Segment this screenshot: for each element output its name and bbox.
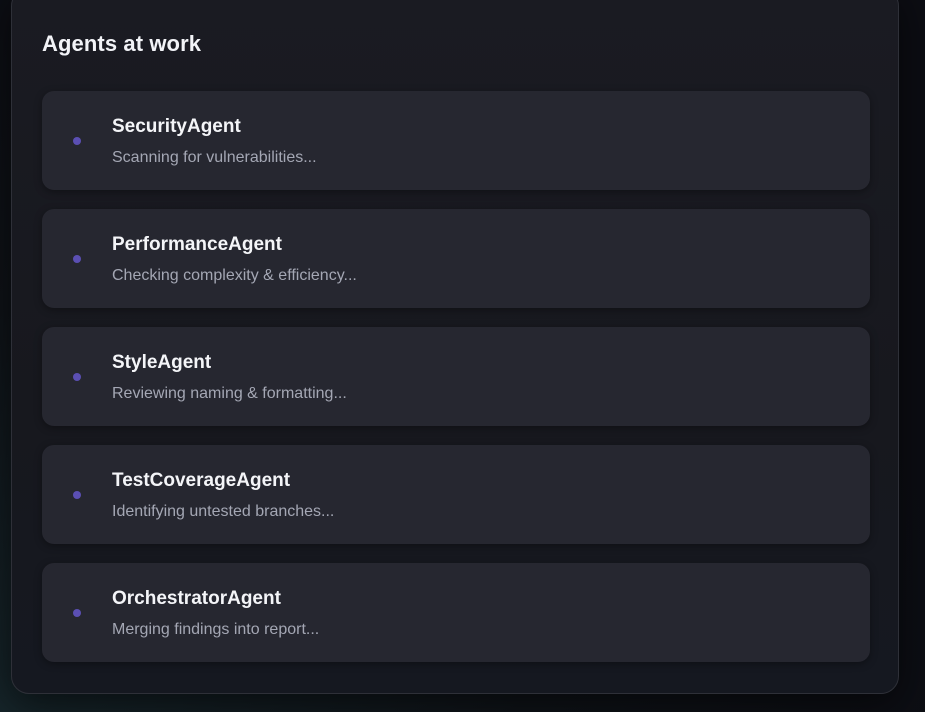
status-dot-icon [73, 373, 81, 381]
agent-name: SecurityAgent [112, 116, 241, 137]
agent-card-orchestrator[interactable]: OrchestratorAgent Merging findings into … [42, 563, 870, 662]
panel-title: Agents at work [42, 31, 202, 56]
agent-status-text: Reviewing naming & formatting... [112, 385, 347, 402]
agent-card-style[interactable]: StyleAgent Reviewing naming & formatting… [42, 327, 870, 426]
agent-status-text: Merging findings into report... [112, 621, 320, 638]
agent-card-performance[interactable]: PerformanceAgent Checking complexity & e… [42, 209, 870, 308]
agent-name: StyleAgent [112, 352, 212, 373]
agents-panel: Agents at work SecurityAgent Scanning fo… [11, 0, 899, 694]
agent-list: SecurityAgent Scanning for vulnerabiliti… [42, 91, 870, 681]
agent-card-test-coverage[interactable]: TestCoverageAgent Identifying untested b… [42, 445, 870, 544]
status-dot-icon [73, 609, 81, 617]
status-dot-icon [73, 491, 81, 499]
agent-name: OrchestratorAgent [112, 588, 281, 609]
agent-status-text: Checking complexity & efficiency... [112, 267, 357, 284]
agent-name: PerformanceAgent [112, 234, 282, 255]
status-dot-icon [73, 137, 81, 145]
agent-status-text: Scanning for vulnerabilities... [112, 149, 317, 166]
agent-status-text: Identifying untested branches... [112, 503, 335, 520]
agent-card-security[interactable]: SecurityAgent Scanning for vulnerabiliti… [42, 91, 870, 190]
status-dot-icon [73, 255, 81, 263]
agent-name: TestCoverageAgent [112, 470, 291, 491]
